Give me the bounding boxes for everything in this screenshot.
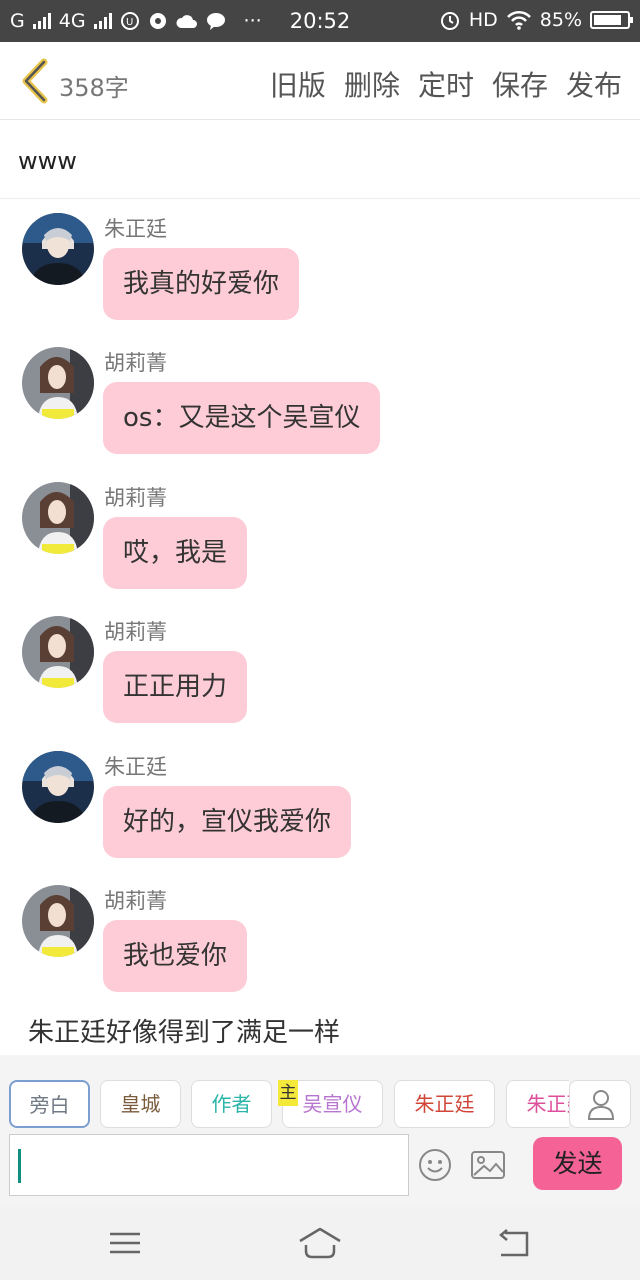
menu-icon[interactable] — [109, 1232, 141, 1254]
hd-label: HD — [468, 9, 498, 31]
status-bar: G 4G U ··· 20:52 HD 85% — [0, 0, 640, 42]
female-avatar — [22, 616, 94, 688]
story-title-row[interactable]: www — [0, 121, 640, 199]
emoji-icon[interactable] — [418, 1148, 452, 1182]
battery-percent: 85% — [539, 9, 582, 31]
sender-name: 胡莉菁 — [104, 486, 167, 510]
editor-toolbar: 358字 旧版 删除 定时 保存 发布 — [0, 42, 640, 120]
old-version-button[interactable]: 旧版 — [270, 64, 326, 104]
back-arrow-icon[interactable] — [18, 58, 50, 104]
female-avatar — [22, 347, 94, 419]
publish-button[interactable]: 发布 — [566, 64, 622, 104]
delete-button[interactable]: 删除 — [344, 64, 400, 104]
sender-name: 朱正廷 — [104, 217, 167, 241]
save-button[interactable]: 保存 — [492, 64, 548, 104]
role-chip-author[interactable]: 作者 — [191, 1080, 272, 1128]
battery-level — [594, 15, 621, 25]
male-avatar — [22, 751, 94, 823]
image-icon[interactable] — [470, 1150, 506, 1180]
sender-name: 朱正廷 — [104, 755, 167, 779]
home-icon[interactable] — [298, 1227, 342, 1259]
alarm-icon — [440, 12, 459, 30]
text-caret — [18, 1149, 21, 1183]
battery-icon — [590, 11, 633, 29]
role-chip-narrator[interactable]: 旁白 — [9, 1080, 90, 1128]
sender-name: 胡莉菁 — [104, 351, 167, 375]
role-chip[interactable]: 皇城 — [100, 1080, 181, 1128]
status-right: HD 85% — [439, 9, 633, 31]
wifi-icon — [506, 10, 531, 30]
sender-name: 胡莉菁 — [104, 889, 167, 913]
story-title: www — [18, 147, 77, 175]
sender-name: 胡莉菁 — [104, 620, 167, 644]
toolbar-actions: 旧版 删除 定时 保存 发布 — [270, 64, 622, 104]
schedule-button[interactable]: 定时 — [418, 64, 474, 104]
narration-text[interactable]: 朱正廷好像得到了满足一样 — [28, 1012, 340, 1049]
message-bubble[interactable]: 哎，我是 — [103, 517, 248, 589]
person-icon — [587, 1090, 615, 1120]
message-bubble[interactable]: 正正用力 — [103, 651, 248, 723]
send-button[interactable]: 发送 — [533, 1137, 622, 1190]
role-chip[interactable]: 朱正廷 — [506, 1080, 569, 1128]
role-chip[interactable]: 朱正廷 — [394, 1080, 495, 1128]
male-avatar — [22, 213, 94, 285]
manage-roles-button[interactable] — [569, 1080, 631, 1128]
back-icon[interactable] — [497, 1229, 531, 1257]
system-nav-bar — [0, 1205, 640, 1280]
female-avatar — [22, 885, 94, 957]
female-avatar — [22, 482, 94, 554]
message-input[interactable] — [9, 1134, 409, 1196]
word-count: 358字 — [59, 74, 129, 102]
message-bubble[interactable]: 我也爱你 — [103, 920, 248, 992]
message-bubble[interactable]: 我真的好爱你 — [103, 248, 300, 320]
message-bubble[interactable]: 好的，宣仪我爱你 — [103, 786, 352, 858]
message-bubble[interactable]: os：又是这个吴宣仪 — [103, 382, 381, 454]
protagonist-tag: 主 — [278, 1080, 298, 1106]
